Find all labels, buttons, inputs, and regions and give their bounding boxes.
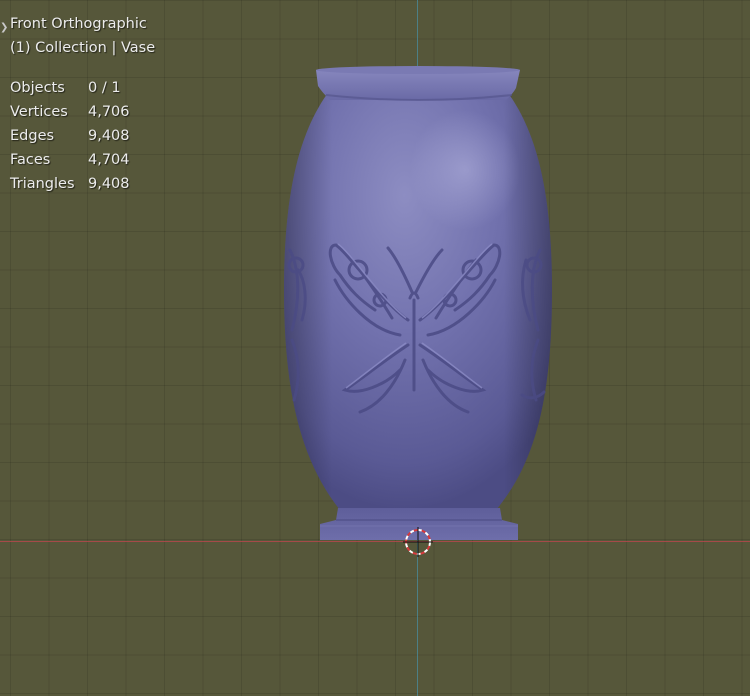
stat-row: Faces 4,704 — [10, 148, 130, 172]
3d-cursor-icon[interactable] — [403, 527, 433, 557]
chevron-right-icon[interactable]: ❯ — [0, 22, 8, 34]
view-name: Front Orthographic — [10, 16, 147, 32]
stat-value: 0 / 1 — [88, 80, 121, 96]
stat-value: 4,706 — [88, 104, 130, 120]
stat-row: Vertices 4,706 — [10, 100, 130, 124]
stat-label: Faces — [10, 152, 51, 168]
stat-label: Triangles — [10, 176, 75, 192]
stat-value: 9,408 — [88, 176, 130, 192]
stat-row: Triangles 9,408 — [10, 172, 130, 196]
collection-info: (1) Collection | Vase — [10, 40, 156, 56]
stat-row: Objects 0 / 1 — [10, 76, 130, 100]
stat-label: Objects — [10, 80, 65, 96]
stat-value: 4,704 — [88, 152, 130, 168]
viewport-text-overlay: Front Orthographic (1) Collection | Vase… — [10, 12, 155, 196]
stat-label: Edges — [10, 128, 55, 144]
stat-value: 9,408 — [88, 128, 130, 144]
stat-row: Edges 9,408 — [10, 124, 130, 148]
statistics-table: Objects 0 / 1 Vertices 4,706 Edges 9,408… — [10, 76, 130, 196]
stat-label: Vertices — [10, 104, 68, 120]
3d-viewport[interactable]: ❯ Front Orthographic (1) Collection | Va… — [0, 0, 750, 696]
